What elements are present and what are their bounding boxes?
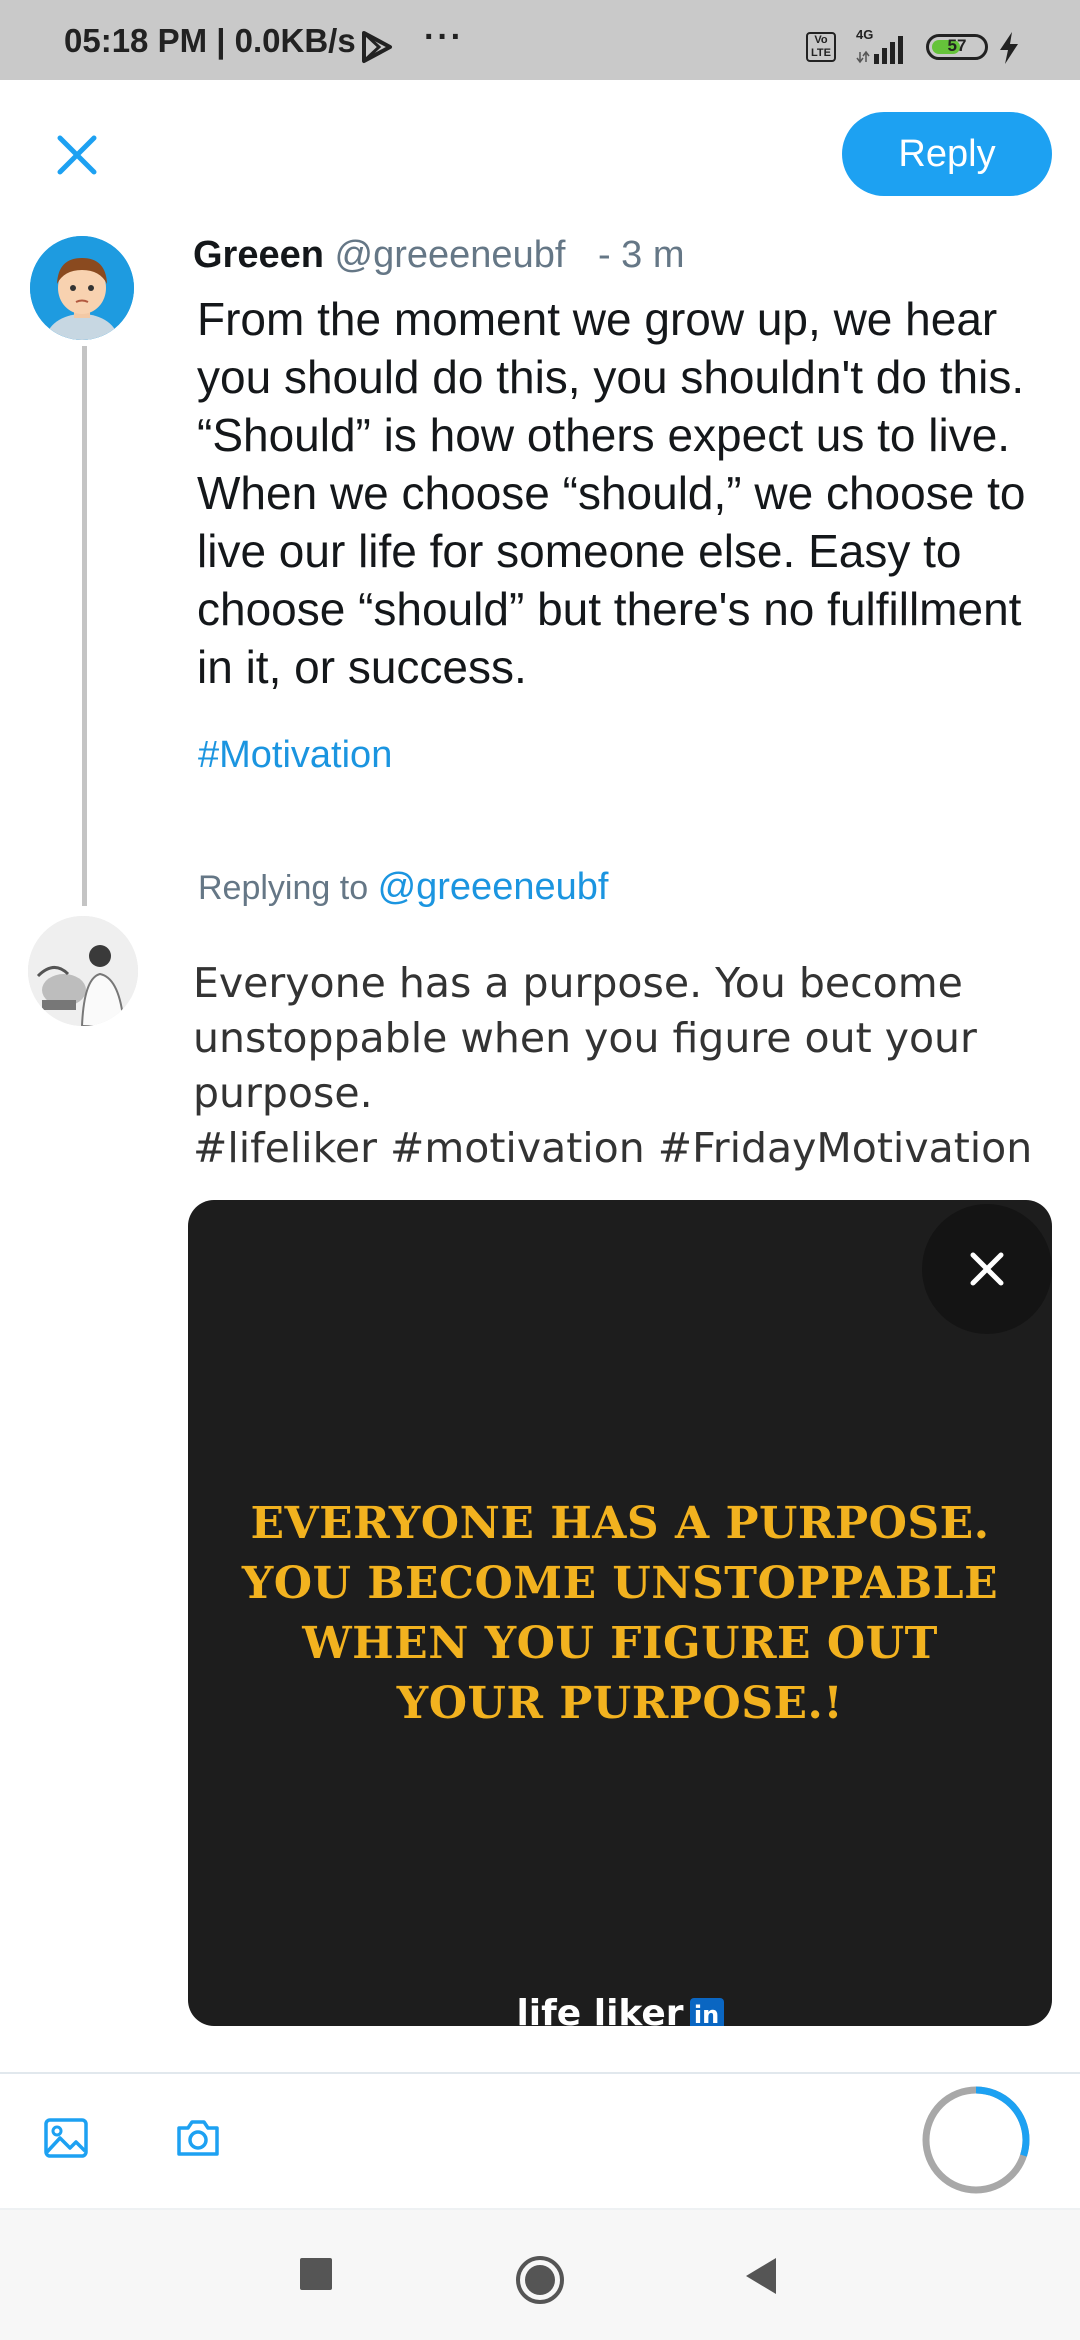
charging-icon — [1000, 32, 1018, 64]
reply-button[interactable]: Reply — [842, 112, 1052, 196]
status-time: 05:18 PM | 0.0KB/s — [64, 22, 356, 59]
back-button[interactable] — [740, 2254, 780, 2298]
tweet-text: From the moment we grow up, we hear you … — [197, 293, 1026, 693]
linkedin-icon: in — [689, 1998, 724, 2026]
composer-avatar — [28, 916, 138, 1026]
toolbar-divider — [0, 2072, 1080, 2074]
camera-icon[interactable] — [174, 2114, 222, 2162]
remove-media-button[interactable] — [922, 1204, 1052, 1334]
user-photo-icon — [28, 916, 138, 1026]
replying-to-label: Replying to — [198, 869, 369, 907]
image-icon[interactable] — [42, 2114, 90, 2162]
signal-icon — [856, 36, 903, 64]
compose-text-body: Everyone has a purpose. You become unsto… — [193, 959, 977, 1117]
attached-image[interactable]: EVERYONE HAS A PURPOSE. YOU BECOME UNSTO… — [188, 1200, 1052, 2026]
character-count-indicator — [922, 2086, 1030, 2194]
image-quote-text: EVERYONE HAS A PURPOSE. YOU BECOME UNSTO… — [241, 1498, 999, 1729]
compose-text-field[interactable]: Everyone has a purpose. You become unsto… — [193, 956, 1053, 1176]
cartoon-avatar-icon — [30, 236, 134, 340]
close-icon — [970, 1252, 1004, 1286]
avatar[interactable] — [30, 236, 134, 340]
tweet-header: Greeen @greeeneubf - 3 m — [193, 234, 685, 277]
replying-to-handle[interactable]: @greeeneubf — [378, 866, 609, 908]
compose-hashtags: #lifeliker #motivation #FridayMotivation — [193, 1124, 1033, 1172]
replying-to: Replying to @greeeneubf — [198, 866, 608, 909]
brand-name: life liker — [516, 1993, 684, 2026]
play-store-icon — [362, 31, 392, 63]
recents-button[interactable] — [300, 2258, 332, 2290]
close-icon[interactable] — [48, 126, 106, 184]
thread-line — [82, 346, 87, 906]
battery-level: 57 — [947, 36, 967, 55]
image-brand: life liker in — [188, 1993, 1052, 2026]
tweet-hashtag-link[interactable]: #Motivation — [198, 734, 392, 777]
home-button[interactable] — [514, 2254, 566, 2306]
tweet-author-name: Greeen — [193, 234, 324, 276]
volte-icon: Vo LTE — [806, 32, 836, 62]
more-notifications-icon: ··· — [424, 18, 464, 56]
tweet-author-handle: @greeeneubf — [334, 234, 566, 276]
tweet-time: - 3 m — [597, 234, 685, 276]
battery-icon: 57 — [926, 34, 988, 60]
status-bar: 05:18 PM | 0.0KB/s ··· Vo LTE 4G 57 — [0, 0, 1080, 80]
system-nav-bar — [0, 2210, 1080, 2340]
